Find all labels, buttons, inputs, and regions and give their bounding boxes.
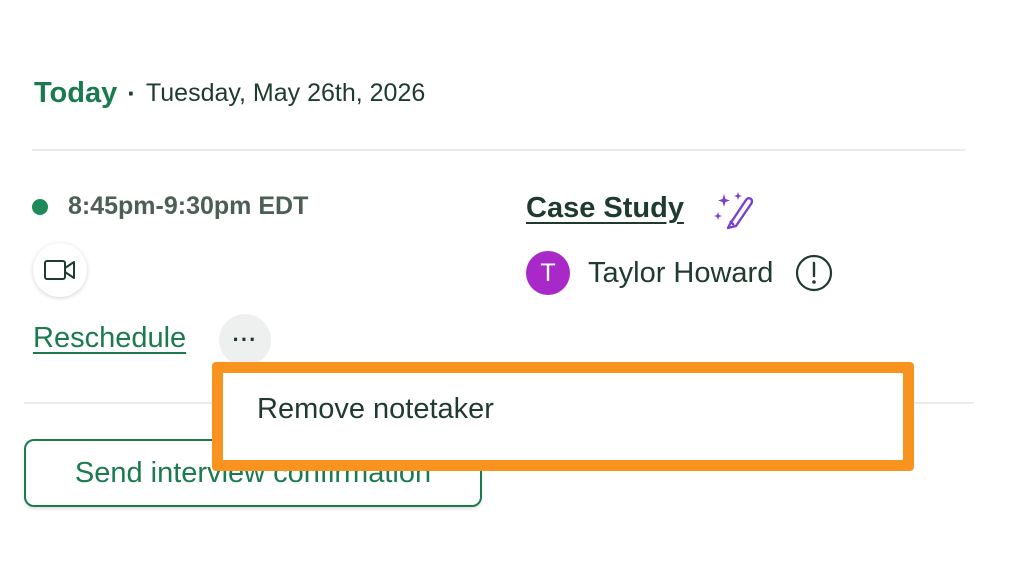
full-date: Tuesday, May 26th, 2026 bbox=[145, 78, 426, 107]
more-options-dropdown: Remove notetaker bbox=[212, 362, 914, 471]
date-separator: · bbox=[127, 77, 136, 108]
interview-title-link[interactable]: Case Study bbox=[526, 192, 684, 225]
alert-circle-icon[interactable] bbox=[795, 254, 833, 292]
status-dot bbox=[32, 198, 48, 215]
sparkle-pen-icon[interactable] bbox=[712, 190, 754, 232]
interview-time: 8:45pm-9:30pm EDT bbox=[68, 192, 309, 220]
more-options-button[interactable]: ··· bbox=[219, 314, 271, 366]
date-header: Today · Tuesday, May 26th, 2026 bbox=[34, 74, 425, 112]
avatar: T bbox=[526, 251, 570, 295]
reschedule-link[interactable]: Reschedule bbox=[33, 322, 186, 355]
video-call-button[interactable] bbox=[33, 243, 87, 297]
interview-time-row: 8:45pm-9:30pm EDT bbox=[32, 192, 308, 221]
today-label: Today bbox=[34, 76, 118, 109]
video-camera-icon bbox=[44, 260, 75, 280]
menu-item-remove-notetaker[interactable]: Remove notetaker bbox=[257, 393, 494, 426]
more-horizontal-icon: ··· bbox=[232, 327, 258, 352]
divider bbox=[32, 149, 965, 151]
interviewer-name: Taylor Howard bbox=[588, 256, 774, 289]
interviewer-row: T Taylor Howard bbox=[526, 251, 833, 295]
